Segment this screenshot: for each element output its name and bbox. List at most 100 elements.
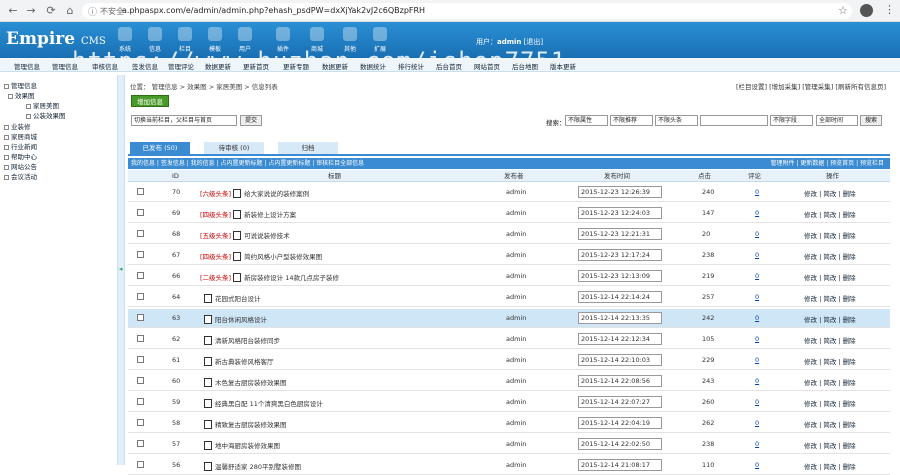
subnav-item[interactable]: 管理信息 (52, 61, 78, 71)
row-time-field[interactable]: 2015-12-14 22:10:03 (578, 354, 662, 366)
row-time-field[interactable]: 2015-12-23 12:26:39 (578, 186, 662, 198)
row-time-field[interactable]: 2015-12-23 12:17:24 (578, 249, 662, 261)
subnav-item[interactable]: 管理信息 (14, 61, 40, 71)
tree-item[interactable]: 业装修 (4, 121, 31, 131)
sidebar-collapse-handle[interactable]: ◂ (118, 75, 125, 465)
tree-item[interactable]: 家居商城 (4, 131, 37, 141)
row-checkbox[interactable] (137, 230, 144, 237)
row-comments-link[interactable]: 0 (755, 377, 759, 385)
table-row[interactable]: 61 新古典装修风格客厅 admin 2015-12-14 22:10:03 229 0 修… (128, 351, 890, 370)
subnav-item[interactable]: 更新首页 (243, 61, 269, 71)
table-row[interactable]: 69 [四级头条] 新装修上设计方案 admin 2015-12-23 12:24:0… (128, 204, 890, 223)
row-actions[interactable]: 修改 | 简改 | 删除 (804, 230, 856, 240)
row-comments-link[interactable]: 0 (755, 272, 759, 280)
tree-item[interactable]: 行业新闻 (4, 141, 37, 151)
table-row[interactable]: 62 清新风格阳台装修同步 admin 2015-12-14 22:12:34 105 0… (128, 330, 890, 349)
row-time-field[interactable]: 2015-12-14 22:12:34 (578, 333, 662, 345)
subnav-item[interactable]: 数据更新 (322, 61, 348, 71)
row-title[interactable]: 阳台休闲风格设计 (215, 316, 267, 324)
row-title[interactable]: 简约风格小户型装修效果图 (244, 253, 322, 261)
row-actions[interactable]: 修改 | 简改 | 删除 (804, 314, 856, 324)
header-links[interactable]: [栏目设置] [增加采集] [管理采集] [刷新所有信息页] (736, 81, 886, 91)
logout-link[interactable]: [退出] (524, 38, 543, 46)
subnav-item[interactable]: 数据统计 (360, 61, 386, 71)
manage-links[interactable]: 管理附件 | 更新数据 | 预览首页 | 预览栏目 (770, 158, 884, 169)
row-title[interactable]: 精致复古厨房装修效果图 (215, 421, 287, 429)
row-comments-link[interactable]: 0 (755, 230, 759, 238)
tree-item[interactable]: 效果图 (8, 90, 35, 100)
row-comments-link[interactable]: 0 (755, 440, 759, 448)
row-title[interactable]: 木色复古厨房装修效果图 (215, 379, 287, 387)
subnav-item[interactable]: 网站首页 (474, 61, 500, 71)
row-actions[interactable]: 修改 | 简改 | 删除 (804, 419, 856, 429)
table-row[interactable]: 67 [四级头条] 简约风格小户型装修效果图 admin 2015-12-23 12:… (128, 246, 890, 265)
column-select[interactable]: 切换当前栏目，父栏目与首页 (131, 115, 237, 126)
menu-kebab-icon[interactable]: ⋮ (884, 3, 895, 16)
row-actions[interactable]: 修改 | 简改 | 删除 (804, 251, 856, 261)
row-comments-link[interactable]: 0 (755, 419, 759, 427)
headline-select[interactable]: 不限头条 (655, 115, 698, 126)
row-actions[interactable]: 修改 | 简改 | 删除 (804, 461, 856, 471)
row-comments-link[interactable]: 0 (755, 209, 759, 217)
url-text[interactable]: a.phpaspx.com/e/admin/admin.php?ehash_ps… (122, 6, 425, 15)
row-actions[interactable]: 修改 | 简改 | 删除 (804, 440, 856, 450)
row-comments-link[interactable]: 0 (755, 356, 759, 364)
time-select[interactable]: 全部时间 (816, 115, 858, 126)
row-time-field[interactable]: 2015-12-14 22:02:50 (578, 438, 662, 450)
back-icon[interactable]: ← (6, 4, 20, 18)
table-row[interactable]: 57 地中海厨房装修效果图 admin 2015-12-14 22:02:50 238 0… (128, 435, 890, 454)
tree-root[interactable]: 管理信息 (4, 80, 37, 90)
row-actions[interactable]: 修改 | 简改 | 删除 (804, 398, 856, 408)
account-icon[interactable] (860, 4, 873, 17)
attribute-select[interactable]: 不限属性 (565, 115, 608, 126)
row-comments-link[interactable]: 0 (755, 461, 759, 469)
row-time-field[interactable]: 2015-12-14 22:07:27 (578, 396, 662, 408)
table-row[interactable]: 59 经典黑白配 11个清爽黑白色厨房设计 admin 2015-12-14 22:0… (128, 393, 890, 412)
row-title[interactable]: 可说说装修技术 (244, 232, 290, 240)
filter-links[interactable]: 我的信息 | 签发信息 | 我的信息 | 占内置更新标题 | 占内置更新标题 |… (131, 158, 364, 169)
table-row[interactable]: 60 木色复古厨房装修效果图 admin 2015-12-14 22:08:56 243… (128, 372, 890, 391)
row-title[interactable]: 新古典装修风格客厅 (215, 358, 274, 366)
subnav-item[interactable]: 管理评论 (168, 61, 194, 71)
subnav-item[interactable]: 后台地图 (512, 61, 538, 71)
tab-pending[interactable]: 待审核 (0) (204, 142, 264, 154)
table-row[interactable]: 56 温馨舒适家 280平别墅装修图 admin 2015-12-14 21:08:1… (128, 456, 890, 475)
row-actions[interactable]: 修改 | 简改 | 删除 (804, 272, 856, 282)
row-comments-link[interactable]: 0 (755, 335, 759, 343)
row-comments-link[interactable]: 0 (755, 188, 759, 196)
field-select[interactable]: 不限字段 (770, 115, 813, 126)
subnav-item[interactable]: 数据更新 (205, 61, 231, 71)
row-title[interactable]: 地中海厨房装修效果图 (215, 442, 280, 450)
row-title[interactable]: 花园式阳台设计 (215, 295, 261, 303)
subnav-item[interactable]: 审核信息 (92, 61, 118, 71)
row-checkbox[interactable] (137, 272, 144, 279)
home-icon[interactable]: ⌂ (63, 4, 77, 18)
tree-item[interactable]: 网站公告 (4, 161, 37, 171)
info-icon[interactable]: ⓘ (88, 5, 97, 18)
table-row[interactable]: 66 [二级头条] 新房装修设计 14款几点房子装修 admin 2015-12-23… (128, 267, 890, 286)
row-title[interactable]: 新房装修设计 14款几点房子装修 (244, 274, 339, 282)
row-checkbox[interactable] (137, 377, 144, 384)
subnav-item[interactable]: 后台首页 (436, 61, 462, 71)
reload-icon[interactable]: ⟳ (44, 4, 58, 18)
row-title[interactable]: 温馨舒适家 280平别墅装修图 (215, 463, 301, 471)
address-bar[interactable]: ⓘ 不安全 a.phpaspx.com/e/admin/admin.php?eh… (82, 3, 852, 19)
row-actions[interactable]: 修改 | 简改 | 删除 (804, 188, 856, 198)
tree-item[interactable]: 会议活动 (4, 171, 37, 181)
row-checkbox[interactable] (137, 209, 144, 216)
row-time-field[interactable]: 2015-12-23 12:24:03 (578, 207, 662, 219)
row-checkbox[interactable] (137, 356, 144, 363)
row-comments-link[interactable]: 0 (755, 293, 759, 301)
row-time-field[interactable]: 2015-12-14 22:08:56 (578, 375, 662, 387)
row-comments-link[interactable]: 0 (755, 398, 759, 406)
forward-icon[interactable]: → (24, 4, 38, 18)
subnav-item[interactable]: 排行统计 (398, 61, 424, 71)
tree-item[interactable]: 公装效果图 (26, 110, 66, 120)
table-row[interactable]: 70 [六级头条] 给大家说说的装修案例 admin 2015-12-23 12:26… (128, 183, 890, 202)
row-time-field[interactable]: 2015-12-14 22:14:24 (578, 291, 662, 303)
recommend-select[interactable]: 不限推荐 (610, 115, 653, 126)
row-actions[interactable]: 修改 | 简改 | 删除 (804, 356, 856, 366)
tab-published[interactable]: 已发布 (50) (130, 142, 190, 154)
add-info-button[interactable]: 增加信息 (131, 95, 169, 107)
tree-item[interactable]: 帮助中心 (4, 151, 37, 161)
